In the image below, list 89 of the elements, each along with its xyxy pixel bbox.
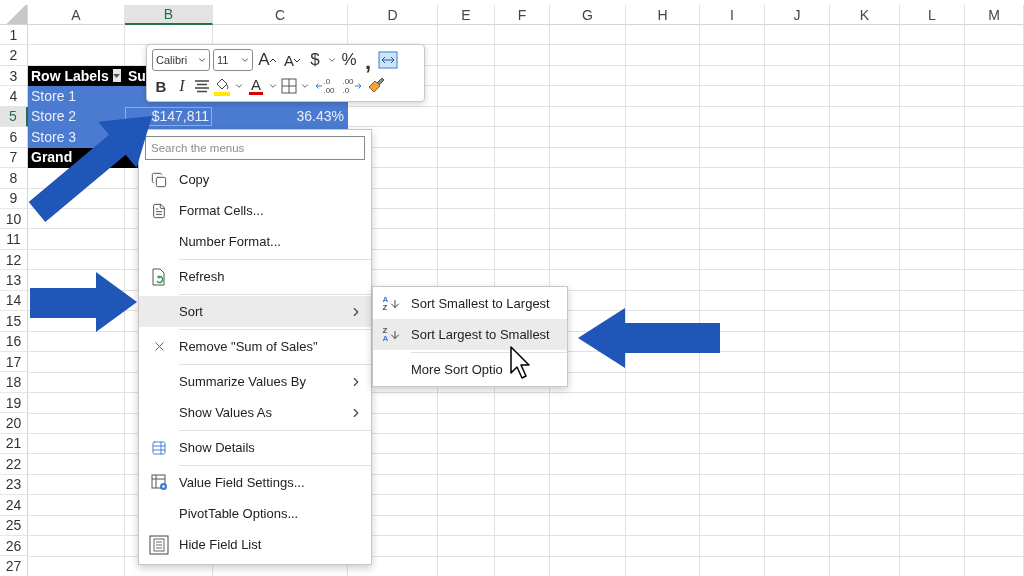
menu-item[interactable]: Remove "Sum of Sales"	[139, 331, 371, 362]
row-header[interactable]: 13	[0, 270, 28, 291]
menu-item[interactable]: Format Cells...	[139, 195, 371, 226]
row-header[interactable]: 20	[0, 413, 28, 434]
table-settings-icon	[150, 474, 168, 491]
refresh-icon	[151, 267, 167, 286]
comma-style-button[interactable]: ,	[361, 49, 375, 71]
row-header[interactable]: 19	[0, 392, 28, 414]
increase-font-button[interactable]: A	[256, 49, 278, 71]
align-center-icon[interactable]	[194, 79, 210, 93]
chevron-down-icon	[240, 55, 250, 65]
increase-decimal-button[interactable]: .0 .00	[313, 75, 337, 97]
paintbrush-icon[interactable]	[367, 77, 385, 95]
menu-item[interactable]: A Z Sort Smallest to Largest	[373, 288, 567, 319]
font-select[interactable]: Calibri	[152, 49, 210, 71]
font-size-select[interactable]: 11	[213, 49, 253, 71]
row-header[interactable]: 26	[0, 535, 28, 557]
caret-icon[interactable]	[327, 55, 337, 65]
row-header[interactable]: 5	[0, 106, 28, 128]
caret-icon[interactable]	[300, 81, 310, 91]
search-field[interactable]: Search the menus	[145, 136, 365, 160]
caret-up-icon	[269, 57, 276, 63]
row-header[interactable]: 8	[0, 168, 28, 189]
row-header[interactable]: 24	[0, 495, 28, 516]
row-header[interactable]: 21	[0, 433, 28, 455]
row-header[interactable]: 25	[0, 515, 28, 536]
menu-item[interactable]: Value Field Settings...	[139, 467, 371, 498]
row-header[interactable]: 11	[0, 229, 28, 250]
font-color-button[interactable]: A	[247, 75, 265, 97]
menu-item[interactable]: Number Format...	[139, 226, 371, 257]
row-header[interactable]: 17	[0, 352, 28, 373]
row-header[interactable]: 10	[0, 208, 28, 230]
wrap-text-icon[interactable]	[378, 51, 398, 69]
row-header[interactable]: 1	[0, 25, 28, 46]
filter-button[interactable]	[112, 69, 121, 83]
table-icon	[151, 439, 167, 456]
bold-button[interactable]: B	[152, 75, 170, 97]
row-header[interactable]: 22	[0, 454, 28, 475]
row-header[interactable]: 14	[0, 290, 28, 312]
row-header[interactable]: 15	[0, 311, 28, 332]
cell-text: Grand	[31, 149, 73, 166]
menu-item[interactable]: More Sort Optio	[373, 354, 567, 385]
list-panel-icon	[149, 534, 169, 555]
menu-item[interactable]: Show Values As	[139, 397, 371, 428]
arrow-icon	[578, 308, 720, 369]
decrease-font-button[interactable]: A	[281, 49, 303, 71]
row-header[interactable]: 23	[0, 474, 28, 496]
row-header[interactable]: 27	[0, 556, 28, 576]
copy-icon	[151, 171, 167, 188]
row-header[interactable]: 3	[0, 65, 28, 87]
caret-icon[interactable]	[234, 81, 244, 91]
row-header[interactable]: 9	[0, 188, 28, 209]
menu-item[interactable]: Copy	[139, 164, 371, 195]
menu-item[interactable]: Sort	[139, 296, 371, 327]
arrow-left-icon	[315, 83, 323, 89]
cell-text: 36.43%	[296, 108, 344, 125]
menu-item[interactable]: Z A Sort Largest to Smallest	[373, 319, 567, 350]
menu-item[interactable]: Refresh	[139, 261, 371, 292]
row-header[interactable]: 16	[0, 331, 28, 352]
menu-item[interactable]: Hide Field List	[139, 529, 371, 560]
italic-button[interactable]: I	[173, 75, 191, 97]
row-header[interactable]: 2	[0, 45, 28, 66]
menu-item[interactable]: PivotTable Options...	[139, 498, 371, 529]
column-header[interactable]: B	[125, 5, 213, 25]
cell-text: Row Labels	[31, 67, 109, 84]
cell-text: Store 1	[31, 88, 77, 105]
format-button[interactable]: %	[340, 49, 358, 71]
cell-text: Store 2	[31, 108, 77, 125]
caret-down-icon	[294, 57, 300, 63]
menu-item[interactable]: Summarize Values By	[139, 366, 371, 397]
row-header[interactable]: 6	[0, 127, 28, 148]
row-header[interactable]: 7	[0, 147, 28, 169]
chevron-down-icon	[197, 55, 207, 65]
fill-color-icon[interactable]	[213, 76, 231, 96]
borders-icon[interactable]	[281, 78, 297, 94]
cell-text: $147,811	[151, 108, 209, 125]
document-icon	[151, 202, 167, 219]
arrow-icon	[30, 272, 138, 333]
menu-item[interactable]: Show Details	[139, 432, 371, 463]
row-header[interactable]: 4	[0, 86, 28, 107]
format-button[interactable]: $	[306, 49, 324, 71]
cell-text: Su	[128, 67, 146, 84]
cell-text: Store 3	[31, 128, 77, 145]
row-header[interactable]: 18	[0, 372, 28, 393]
row-header[interactable]: 12	[0, 249, 28, 271]
arrow-right-icon	[354, 83, 362, 89]
decrease-decimal-button[interactable]: .00 .0	[340, 75, 364, 97]
caret-icon[interactable]	[268, 81, 278, 91]
cursor-icon	[510, 346, 532, 380]
